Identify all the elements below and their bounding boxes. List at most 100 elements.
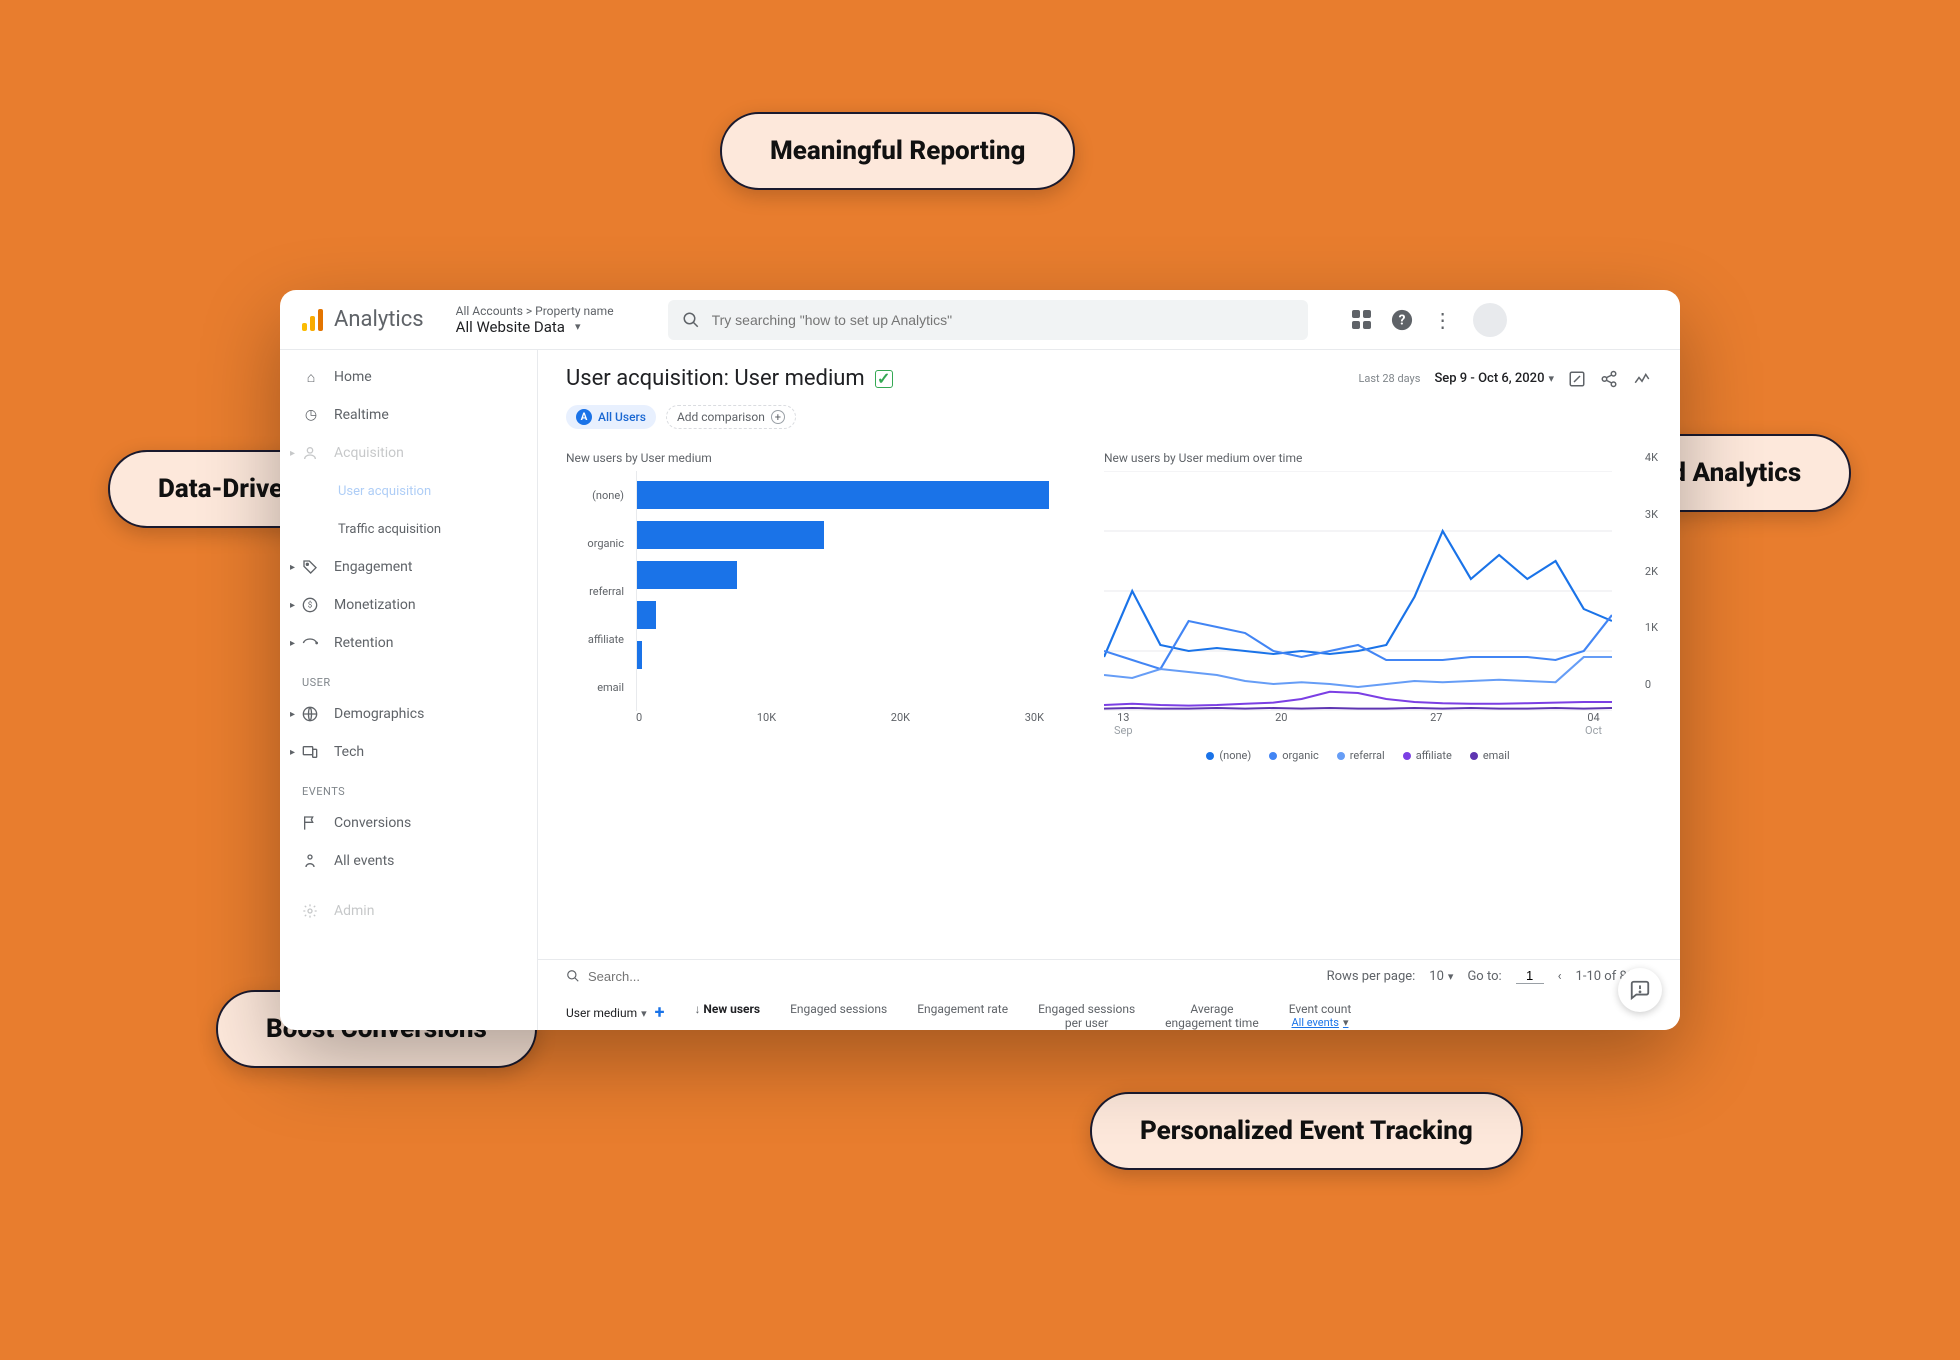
nav-home[interactable]: ⌂ Home [280,358,537,396]
callout-personalized-tracking: Personalized Event Tracking [1090,1092,1523,1170]
nav-tech[interactable]: Tech [280,733,537,771]
line-x-tick: 20 [1275,711,1287,737]
legend-dot-icon [1470,752,1478,760]
nav-realtime[interactable]: ◷ Realtime [280,396,537,434]
table-search[interactable] [566,969,1317,984]
page-title: User acquisition: User medium [566,366,865,391]
nav-engagement[interactable]: Engagement [280,548,537,586]
legend-label: organic [1282,749,1319,762]
nav-monetization[interactable]: $ Monetization [280,586,537,624]
goto-label: Go to: [1467,969,1501,984]
analytics-logo-icon [302,309,324,331]
edit-icon[interactable] [1568,370,1586,388]
rows-per-page-label: Rows per page: [1327,969,1416,984]
search-icon [682,311,700,329]
event-count-filter[interactable]: All events [1289,1016,1352,1029]
line-series [1104,657,1612,687]
analytics-window: Analytics All Accounts > Property name A… [280,290,1680,1030]
nav-admin[interactable]: Admin [280,892,537,930]
legend-item[interactable]: referral [1337,749,1385,762]
nav-retention[interactable]: Retention [280,624,537,662]
tag-icon [302,559,320,575]
bar-category-label: email [566,681,624,694]
insights-icon[interactable] [1632,370,1652,388]
legend-dot-icon [1337,752,1345,760]
bar-x-tick: 10K [757,711,776,724]
bar-segment [637,561,737,589]
main-content: User acquisition: User medium ✓ Last 28 … [538,350,1680,1030]
help-icon[interactable]: ? [1391,309,1413,331]
nav-acquisition[interactable]: Acquisition [280,434,537,472]
brand-name: Analytics [334,307,424,332]
section-user: USER [280,662,537,695]
nav-traffic-acquisition[interactable]: Traffic acquisition [280,510,537,548]
nav-label: Demographics [334,706,424,722]
bar-chart-title: New users by User medium [566,451,1074,465]
line-y-tick: 1K [1645,621,1658,634]
nav-label: Engagement [334,559,412,575]
search-input[interactable] [712,312,1294,328]
apps-icon[interactable] [1352,310,1371,329]
legend-dot-icon [1206,752,1214,760]
line-y-tick: 0 [1645,678,1658,691]
nav-user-acquisition[interactable]: User acquisition [280,472,537,510]
bar-segment [637,521,824,549]
clock-icon: ◷ [302,407,320,423]
legend-item[interactable]: organic [1269,749,1319,762]
nav-label: Home [334,369,372,385]
legend-dot-icon [1269,752,1277,760]
column-engaged-sessions[interactable]: Engaged sessions [790,1002,887,1016]
sort-descending-icon: ↓ [694,1002,700,1016]
line-chart-panel: New users by User medium over time 4K3K2… [1104,451,1652,959]
line-y-tick: 3K [1645,508,1658,521]
bar-segment [637,641,642,669]
nav-all-events[interactable]: All events [280,842,537,880]
flag-icon [302,815,320,831]
date-label: Last 28 days [1358,372,1420,385]
column-event-count[interactable]: Event count All events [1289,1002,1352,1029]
legend-item[interactable]: (none) [1206,749,1251,762]
column-sessions-per-user[interactable]: Engaged sessions per user [1038,1002,1135,1030]
legend-item[interactable]: email [1470,749,1510,762]
share-icon[interactable] [1600,370,1618,388]
add-dimension-icon[interactable]: + [655,1002,665,1023]
nav-label: Monetization [334,597,416,613]
goto-input[interactable] [1516,968,1544,984]
bar-x-tick: 30K [1025,711,1044,724]
line-x-tick: 27 [1430,711,1442,737]
legend-label: referral [1350,749,1385,762]
rows-per-page-select[interactable]: 10 [1429,969,1453,984]
avatar[interactable] [1473,303,1507,337]
date-range-picker[interactable]: Sep 9 - Oct 6, 2020 [1434,371,1554,386]
line-series [1104,692,1612,706]
search-bar[interactable] [668,300,1308,340]
bar-chart-panel: New users by User medium (none)organicre… [566,451,1074,959]
bar-category-label: referral [566,585,624,598]
nav-label: Retention [334,635,394,651]
chip-add-label: Add comparison [677,410,765,424]
property-selector[interactable]: All Accounts > Property name All Website… [456,304,614,336]
nav-label: Conversions [334,815,411,831]
legend-item[interactable]: affiliate [1403,749,1452,762]
nav-demographics[interactable]: Demographics [280,695,537,733]
nav-conversions[interactable]: Conversions [280,804,537,842]
feedback-fab[interactable] [1618,968,1662,1012]
prev-page-icon[interactable]: ‹ [1558,969,1562,984]
column-user-medium[interactable]: User medium + [566,1002,664,1023]
add-comparison-button[interactable]: Add comparison + [666,405,796,429]
table-header-row: User medium + ↓ New users Engaged sessio… [538,992,1680,1030]
nav-label: Admin [334,903,374,919]
chip-all-users[interactable]: A All Users [566,405,656,429]
column-avg-engagement[interactable]: Average engagement time [1165,1002,1259,1030]
column-engagement-rate[interactable]: Engagement rate [917,1002,1008,1016]
nav-label: User acquisition [338,484,431,499]
property-name: All Website Data [456,318,565,336]
column-new-users[interactable]: ↓ New users [694,1002,760,1016]
bar-segment [637,481,1049,509]
top-actions: ? ⋮ [1352,303,1507,337]
svg-text:$: $ [308,601,313,610]
more-icon[interactable]: ⋮ [1433,308,1453,332]
line-y-tick: 4K [1645,451,1658,464]
table-search-input[interactable] [588,969,764,984]
bar-segment [637,601,656,629]
